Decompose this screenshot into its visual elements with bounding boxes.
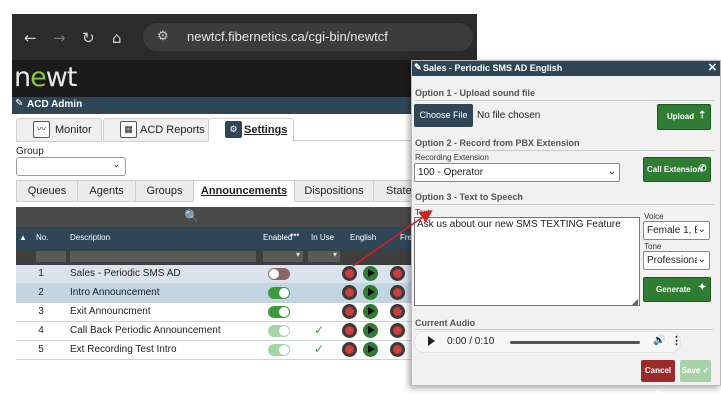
annotation-arrow — [352, 210, 433, 267]
close-icon: ✕ — [654, 388, 662, 397]
